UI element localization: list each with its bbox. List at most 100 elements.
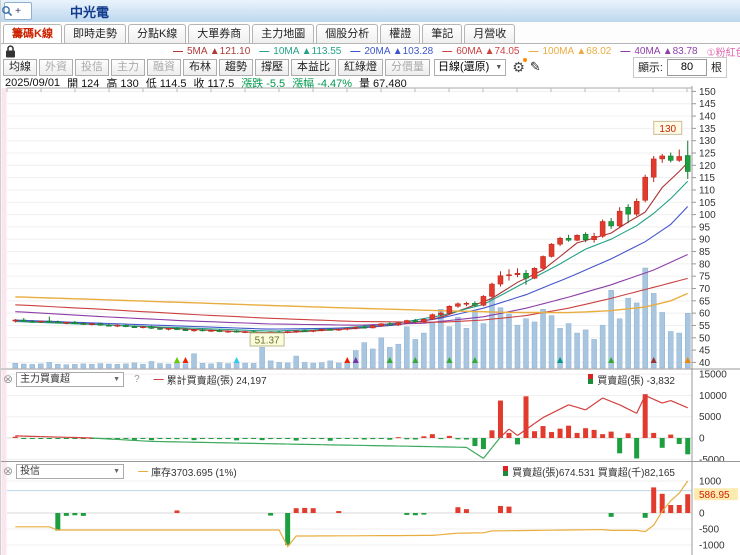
trust-netbuy-bar [72, 513, 78, 516]
netbuy-bar [336, 438, 342, 439]
netbuy-bar [276, 438, 282, 439]
price-axis-label: 40 [699, 358, 711, 369]
volume-bar [106, 363, 112, 369]
toolbar-button-主力[interactable]: 主力 [111, 58, 145, 76]
volume-bar [310, 362, 316, 369]
cumulative-line-seg [653, 398, 663, 404]
volume-bar [370, 348, 376, 369]
netbuy-bar [642, 394, 648, 438]
cumulative-line-seg [678, 403, 688, 409]
netbuy-bar [191, 438, 197, 441]
zoom-plus-label: + [15, 5, 21, 17]
candle-body [21, 319, 27, 322]
toolbar-button-趨勢[interactable]: 趨勢 [219, 58, 253, 76]
netbuy-bar [676, 438, 682, 444]
panel3-indicator-select[interactable]: 投信 ▼ [16, 463, 125, 479]
volume-bar [250, 363, 257, 369]
event-marker [173, 357, 180, 363]
volume-bar [616, 318, 623, 369]
tab-4[interactable]: 大單券商 [188, 24, 251, 43]
candle-body [421, 319, 427, 323]
netbuy-bar [472, 438, 478, 447]
toolbar-button-紅綠燈[interactable]: 紅綠燈 [338, 58, 383, 76]
help-icon[interactable]: ? [134, 374, 140, 385]
toolbar-button-外資[interactable]: 外資 [39, 58, 73, 76]
netbuy-bar [29, 438, 35, 439]
tab-8[interactable]: 筆記 [422, 24, 463, 43]
candle-body [455, 303, 461, 307]
bars-count-input[interactable] [667, 58, 707, 76]
volume-bar [565, 323, 572, 369]
panel2-indicator-select[interactable]: 主力買賣超 ▼ [16, 371, 125, 387]
lock-icon[interactable] [5, 44, 16, 58]
cumulative-line-seg [662, 399, 671, 404]
ma-legend-text: 60MA ▲74.05 [456, 45, 520, 57]
volume-bar [97, 363, 104, 369]
trust-netbuy-bar [302, 507, 308, 513]
tab-3[interactable]: 分點K線 [127, 24, 187, 43]
toolbar-button-撐壓[interactable]: 撐壓 [255, 58, 289, 76]
candle-body [574, 235, 580, 241]
candle-body [531, 268, 538, 279]
chart-toolbar: 均線 外資 投信 主力 融資 布林 趨勢 撐壓 本益比 紅綠燈 分價量 日線(還原) ▼ ⚙ ✎ 顯… [1, 56, 740, 78]
pink-disposal-strip [1, 88, 7, 368]
tab-7[interactable]: 權證 [380, 24, 421, 43]
netbuy-bar [225, 438, 231, 439]
volume-bar [327, 360, 333, 369]
main-tab-bar: 籌碼K線 即時走勢 分點K線 大單券商 主力地圖 個股分析 權證 筆記 月營收 [1, 22, 740, 44]
volume-bar [429, 321, 436, 369]
toolbar-button-分價量[interactable]: 分價量 [385, 58, 430, 76]
volume-bar [165, 363, 172, 369]
candle-body [429, 314, 436, 320]
draw-pencil-icon[interactable]: ✎ [530, 59, 541, 75]
panel3-header: ⊗ 投信 ▼ — 庫存3703.695 (1%) 買賣超(張)674.531 買… [3, 463, 683, 479]
ma20-line [15, 206, 689, 330]
panel3-bar-legend: 買賣超(張)674.531 買賣超(千)82,165 [503, 464, 675, 479]
tab-1[interactable]: 籌碼K線 [3, 24, 62, 43]
tab-2[interactable]: 即時走勢 [63, 24, 126, 43]
tab-9[interactable]: 月營收 [464, 24, 516, 43]
candle-body [89, 323, 95, 325]
netbuy-bar [148, 438, 154, 441]
panel2-axis-label: 15000 [699, 370, 727, 381]
netbuy-bar [131, 438, 137, 440]
ma-legend-row: —5MA ▲121.10—10MA ▲113.55—20MA ▲103.28—6… [1, 44, 740, 59]
gear-icon[interactable]: ⚙ [512, 58, 527, 74]
panel2-bar-legend-label: 買賣超(張) -3,832 [597, 375, 675, 387]
candle-body [438, 312, 444, 315]
ma-line-swatch: — [620, 45, 631, 57]
panel2-close-icon[interactable]: ⊗ [3, 372, 13, 386]
netbuy-bar [412, 438, 418, 440]
netbuy-bar [600, 434, 606, 438]
netbuy-bar [617, 438, 623, 454]
volume-bar [21, 363, 27, 369]
ma40-line [15, 254, 688, 326]
panel3-close-icon[interactable]: ⊗ [3, 464, 13, 478]
low-price-label: 51.37 [255, 336, 280, 347]
volume-bar [301, 362, 308, 369]
toolbar-button-投信[interactable]: 投信 [75, 58, 109, 76]
netbuy-bar [242, 438, 248, 439]
cumulative-line-seg [534, 417, 544, 425]
netbuy-bar [165, 438, 171, 439]
toolbar-button-本益比[interactable]: 本益比 [291, 58, 336, 76]
candle-body [63, 321, 70, 324]
tab-6[interactable]: 個股分析 [316, 24, 379, 43]
main-candlestick-chart[interactable]: 1501451401351301251201151101051009590858… [1, 86, 740, 370]
volume-bar [667, 331, 674, 369]
candle-body [114, 324, 121, 327]
volume-bar [523, 318, 529, 369]
high-price-label: 130 [659, 124, 676, 135]
volume-bar [548, 315, 555, 369]
toolbar-button-均線[interactable]: 均線 [3, 58, 37, 76]
stock-search-zoom-button[interactable]: + [2, 2, 32, 20]
volume-bar [131, 362, 138, 369]
candle-body [284, 331, 291, 333]
period-select[interactable]: 日線(還原) ▼ [434, 58, 507, 76]
toolbar-button-融資[interactable]: 融資 [147, 58, 181, 76]
trust-netbuy-bar [455, 507, 461, 513]
tab-5[interactable]: 主力地圖 [252, 24, 315, 43]
candle-body [591, 236, 597, 240]
toolbar-button-布林[interactable]: 布林 [183, 58, 217, 76]
event-marker [344, 357, 351, 363]
